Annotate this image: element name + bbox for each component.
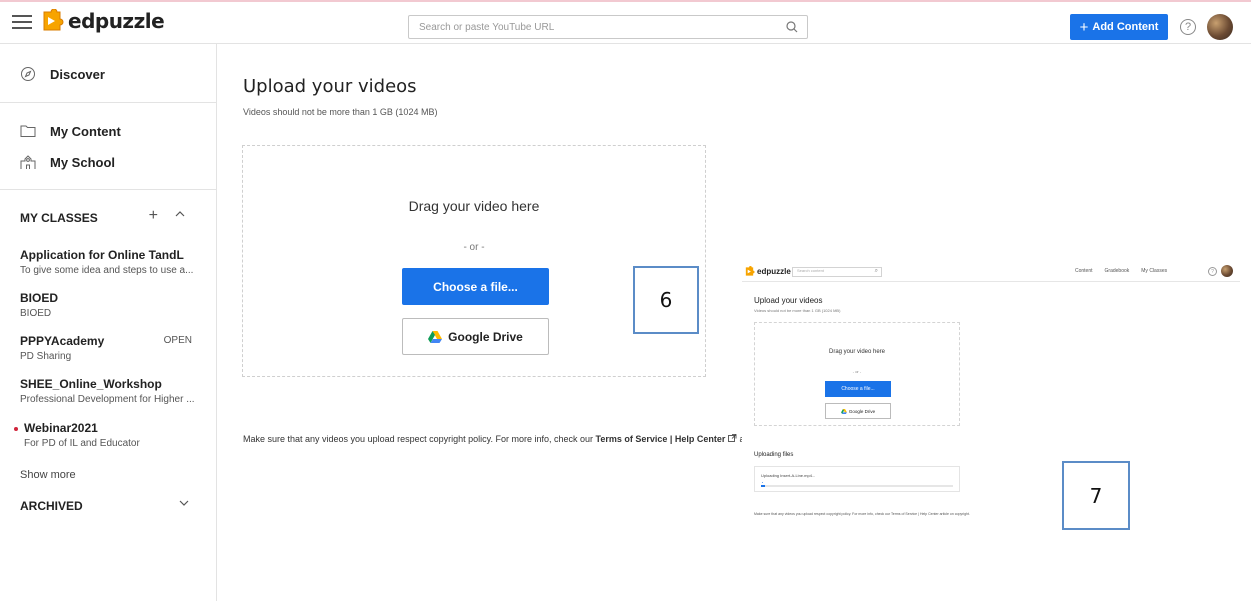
sidebar: Discover My Content My School MY CLASSES… [0,44,217,601]
class-item-pppyacademy[interactable]: PPPYAcademy PD Sharing OPEN [20,334,200,362]
notification-dot [14,426,18,431]
inset-nav-item: My Classes [1141,268,1168,274]
choose-file-button[interactable]: Choose a file... [402,268,549,305]
class-item-shee[interactable]: SHEE_Online_Workshop Professional Develo… [20,377,200,405]
puzzle-logo-icon [745,266,755,276]
google-drive-icon [840,408,847,414]
sidebar-item-label: My Content [50,123,121,139]
inset-search-placeholder: Search content [797,268,824,273]
google-drive-icon [428,330,443,343]
chevron-down-icon[interactable] [178,497,190,512]
step-number-box: 6 [633,266,699,334]
chevron-up-icon[interactable] [174,207,186,225]
class-subtitle: For PD of IL and Educator [24,438,140,449]
my-classes-tools: + [149,207,186,225]
search-input[interactable] [409,16,779,38]
sidebar-item-discover[interactable]: Discover [20,66,105,82]
add-content-label: Add Content [1092,21,1159,33]
class-title: Application for Online TandL [20,248,184,262]
class-item-webinar2021[interactable]: Webinar2021 For PD of IL and Educator [14,421,194,449]
compass-icon [20,66,36,82]
inset-nav-item: Gradebook [1104,268,1130,274]
search-icon: ⌕ [874,268,878,274]
inset-google-drive-button: Google Drive [825,403,891,419]
top-bar: edpuzzle + Add Content ? [0,0,1251,44]
page-title: Upload your videos [243,76,417,97]
inset-logo: edpuzzle [744,266,791,277]
class-subtitle: PD Sharing [20,351,72,362]
search-icon[interactable] [785,20,799,34]
class-item-bioed[interactable]: BIOED BIOED [20,291,200,319]
google-drive-button[interactable]: Google Drive [402,318,549,355]
sidebar-item-my-content[interactable]: My Content [20,123,121,139]
avatar[interactable] [1207,14,1233,40]
divider [0,189,217,190]
step-number-box: 7 [1062,461,1130,530]
inset-top-bar: edpuzzle Search content ⌕ Content Gradeb… [742,262,1240,282]
drag-text: Drag your video here [408,198,540,214]
class-subtitle: To give some idea and steps to use a... [20,265,194,276]
school-icon [20,154,36,170]
inset-google-drive-label: Google Drive [848,408,876,414]
class-subtitle: Professional Development for Higher ... [20,394,195,405]
sidebar-item-label: My School [50,154,116,170]
folder-icon [20,123,36,139]
add-class-icon[interactable]: + [149,207,158,225]
class-item-application[interactable]: Application for Online TandL To give som… [20,248,200,276]
inset-uploading-box: Uploading Insert-A-Line.mp4... ◔ [754,466,960,492]
add-content-button[interactable]: + Add Content [1070,14,1168,40]
plus-icon: + [1079,18,1089,36]
help-icon: ? [1208,267,1217,276]
class-title: SHEE_Online_Workshop [20,377,162,391]
inset-nav: Content Gradebook My Classes [1075,268,1167,274]
upload-progress-fill [761,485,765,487]
sidebar-item-my-school[interactable]: My School [20,154,115,170]
logo-text: edpuzzle [68,9,165,33]
inset-copyright: Make sure that any videos you upload res… [754,512,970,516]
page-subtitle: Videos should not be more than 1 GB (102… [243,107,438,117]
inset-choose-file-button: Choose a file... [825,381,891,397]
copyright-text: Make sure that any videos you upload res… [243,434,596,444]
archived-section[interactable]: ARCHIVED [20,499,190,513]
divider [0,102,217,103]
class-subtitle: BIOED [20,308,52,319]
copyright-notice: Make sure that any videos you upload res… [243,434,743,444]
inset-nav-item: Content [1075,268,1093,274]
inset-screenshot: edpuzzle Search content ⌕ Content Gradeb… [742,262,1240,532]
inset-subtitle: Videos should not be more than 1 GB (102… [754,308,841,313]
inset-dropzone: Drag your video here - or - Choose a fil… [754,322,960,426]
inset-logo-text: edpuzzle [757,267,791,276]
show-more-link[interactable]: Show more [20,469,76,481]
inset-uploading-file: Uploading Insert-A-Line.mp4... [761,473,816,478]
upload-dropzone[interactable]: Drag your video here - or - Choose a fil… [242,145,706,377]
status-badge: OPEN [163,335,192,346]
class-title: BIOED [20,291,59,305]
avatar [1221,265,1233,277]
sidebar-item-label: Discover [50,66,105,82]
edpuzzle-logo[interactable]: edpuzzle [40,9,165,33]
external-link-icon [728,434,737,442]
inset-title: Upload your videos [754,296,823,305]
terms-help-links[interactable]: Terms of Service | Help Center [596,434,726,444]
puzzle-logo-icon [43,9,64,31]
google-drive-label: Google Drive [448,329,523,344]
inset-or-text: - or - [852,369,862,374]
inset-drag-text: Drag your video here [828,349,886,355]
help-icon[interactable]: ? [1180,19,1196,35]
upload-progress-bar [761,485,953,487]
inset-search-bar: Search content ⌕ [792,267,882,277]
search-bar[interactable] [408,15,808,39]
or-text: - or - [463,242,485,253]
inset-uploading-title: Uploading files [754,452,794,458]
hamburger-menu-icon[interactable] [12,15,32,29]
archived-heading: ARCHIVED [20,499,83,513]
class-title: Webinar2021 [24,421,98,435]
my-classes-heading: MY CLASSES [20,211,98,225]
